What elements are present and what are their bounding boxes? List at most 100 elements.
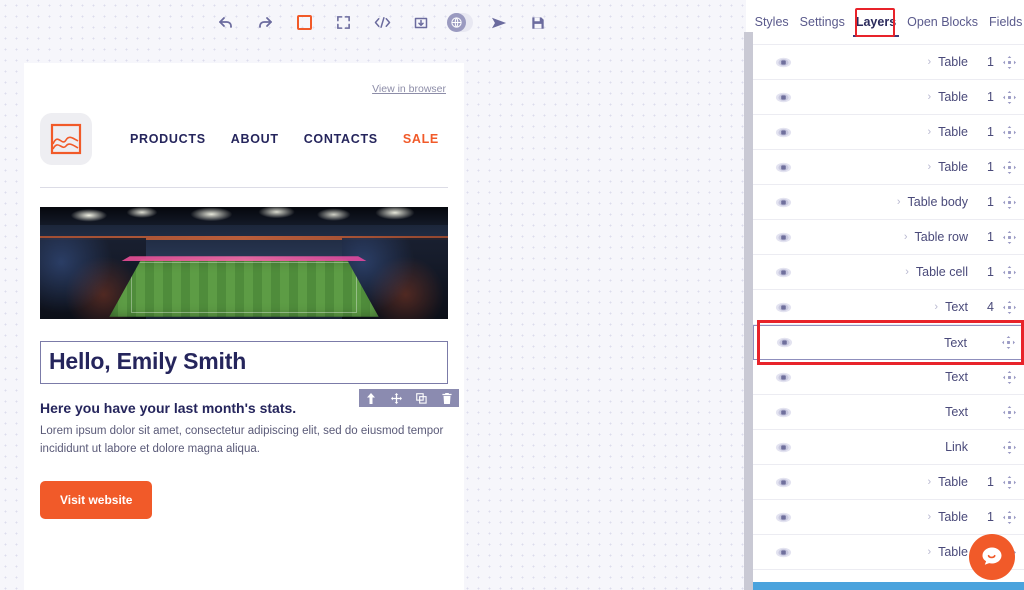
header-divider (40, 187, 448, 188)
layer-row[interactable]: › Table 1 (753, 500, 1024, 535)
tab-settings[interactable]: Settings (800, 15, 845, 29)
layer-label: Link (945, 440, 968, 454)
layer-visibility-toggle[interactable] (753, 371, 813, 384)
layer-visibility-toggle[interactable] (754, 336, 814, 349)
layer-move-handle[interactable] (994, 440, 1024, 454)
nav-link-contacts[interactable]: CONTACTS (304, 132, 378, 146)
layer-expand-chevron-icon[interactable]: › (904, 231, 908, 243)
view-in-browser-link[interactable]: View in browser (372, 83, 446, 95)
nav-link-products[interactable]: PRODUCTS (130, 132, 206, 146)
eye-icon (775, 547, 791, 557)
layer-visibility-toggle[interactable] (753, 476, 813, 489)
layer-move-handle[interactable] (994, 230, 1024, 244)
hero-stadium-image[interactable] (40, 207, 448, 319)
save-icon[interactable] (525, 10, 551, 36)
layer-expand-chevron-icon[interactable]: › (927, 91, 931, 103)
layer-expand-chevron-icon[interactable]: › (934, 301, 938, 313)
layer-move-handle[interactable] (994, 510, 1024, 524)
layer-row[interactable]: › Table cell 1 (753, 255, 1024, 290)
layer-expand-chevron-icon[interactable]: › (927, 161, 931, 173)
layer-move-handle[interactable] (994, 405, 1024, 419)
layer-row[interactable]: Text (753, 325, 1024, 360)
layer-expand-chevron-icon[interactable]: › (897, 196, 901, 208)
drag-move-icon[interactable] (390, 392, 402, 404)
layer-row[interactable]: › Table row 1 (753, 220, 1024, 255)
wave-logo-icon (50, 123, 82, 155)
layer-row[interactable]: › Table 1 (753, 45, 1024, 80)
layer-row[interactable]: › Table 1 (753, 80, 1024, 115)
code-view-icon[interactable] (369, 10, 395, 36)
move-handle-icon (1002, 160, 1016, 174)
layer-visibility-toggle[interactable] (753, 161, 813, 174)
fullscreen-icon[interactable] (330, 10, 356, 36)
layer-move-handle[interactable] (994, 55, 1024, 69)
tab-styles[interactable]: Styles (755, 15, 789, 29)
layer-move-handle[interactable] (994, 370, 1024, 384)
layer-visibility-toggle[interactable] (753, 231, 813, 244)
headline-block[interactable]: Hello, Emily Smith (40, 341, 448, 384)
layers-list[interactable]: › Table 1 › Table 1 › Table 1 › Table 1 › Table body 1… (753, 45, 1024, 579)
layer-row[interactable]: Text (753, 360, 1024, 395)
import-icon[interactable] (408, 10, 434, 36)
layer-visibility-toggle[interactable] (753, 511, 813, 524)
tab-open-blocks[interactable]: Open Blocks (907, 15, 978, 29)
layer-expand-chevron-icon[interactable]: › (905, 266, 909, 278)
hero-pitch (109, 258, 379, 317)
layer-row[interactable]: Text (753, 395, 1024, 430)
nav-link-about[interactable]: ABOUT (231, 132, 279, 146)
layer-expand-chevron-icon[interactable]: › (927, 511, 931, 523)
layer-move-handle[interactable] (994, 300, 1024, 314)
send-test-icon[interactable] (486, 10, 512, 36)
borders-toggle-icon[interactable] (291, 10, 317, 36)
move-handle-icon (1002, 510, 1016, 524)
tab-layers[interactable]: Layers (852, 15, 900, 37)
eye-icon (775, 127, 791, 137)
layer-expand-chevron-icon[interactable]: › (927, 126, 931, 138)
layer-visibility-toggle[interactable] (753, 301, 813, 314)
layer-expand-chevron-icon[interactable]: › (927, 476, 931, 488)
layer-expand-chevron-icon[interactable]: › (927, 546, 931, 558)
visit-website-button[interactable]: Visit website (40, 480, 153, 519)
layer-row[interactable]: › Table 1 (753, 465, 1024, 500)
layer-move-handle[interactable] (994, 125, 1024, 139)
device-toggle-icon[interactable] (447, 10, 473, 36)
layer-visibility-toggle[interactable] (753, 196, 813, 209)
layer-move-handle[interactable] (994, 90, 1024, 104)
layer-visibility-toggle[interactable] (753, 126, 813, 139)
layer-row[interactable]: › Table 1 (753, 115, 1024, 150)
layer-visibility-toggle[interactable] (753, 56, 813, 69)
layer-move-handle[interactable] (994, 265, 1024, 279)
layer-move-handle[interactable] (994, 160, 1024, 174)
move-up-icon[interactable] (366, 392, 376, 404)
layer-move-handle[interactable] (994, 475, 1024, 489)
layer-visibility-toggle[interactable] (753, 91, 813, 104)
layer-move-handle[interactable] (993, 336, 1023, 349)
right-panel: Styles Settings Layers Open Blocks Field… (753, 0, 1024, 590)
layer-expand-chevron-icon[interactable]: › (927, 56, 931, 68)
redo-icon[interactable] (252, 10, 278, 36)
tab-fields[interactable]: Fields (989, 15, 1022, 29)
layer-row[interactable]: › Table body 1 (753, 185, 1024, 220)
brand-logo[interactable] (40, 113, 92, 165)
layer-row[interactable]: Link (753, 430, 1024, 465)
undo-icon[interactable] (213, 10, 239, 36)
layer-row[interactable]: › Table 1 (753, 150, 1024, 185)
move-handle-icon (1002, 475, 1016, 489)
layer-row[interactable]: › Text 4 (753, 290, 1024, 325)
body-paragraph: Lorem ipsum dolor sit amet, consectetur … (40, 425, 444, 455)
layer-visibility-toggle[interactable] (753, 406, 813, 419)
panel-resize-handle[interactable] (744, 32, 753, 590)
horizontal-scrollbar[interactable] (753, 582, 1024, 590)
layer-label: Table (938, 160, 968, 174)
eye-icon (775, 197, 791, 207)
layer-visibility-toggle[interactable] (753, 441, 813, 454)
layer-visibility-toggle[interactable] (753, 266, 813, 279)
layer-move-handle[interactable] (994, 195, 1024, 209)
duplicate-icon[interactable] (416, 392, 427, 404)
delete-icon[interactable] (442, 392, 452, 404)
layer-visibility-toggle[interactable] (753, 546, 813, 559)
chat-bubble-icon[interactable] (969, 534, 1015, 580)
layer-label: Table (938, 545, 968, 559)
layer-child-count: 1 (987, 230, 994, 244)
nav-link-sale[interactable]: SALE (403, 132, 439, 146)
